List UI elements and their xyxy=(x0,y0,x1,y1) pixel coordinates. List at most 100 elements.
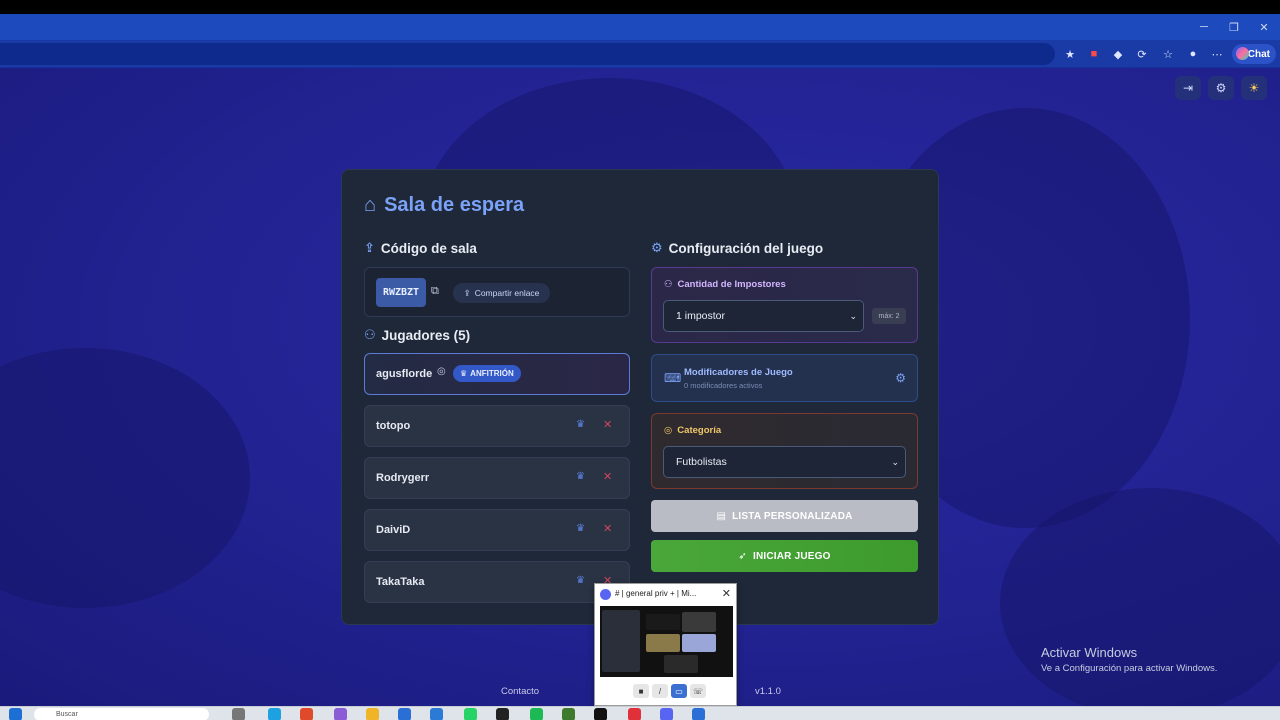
discord-icon xyxy=(600,589,611,600)
start-icon[interactable] xyxy=(9,708,22,720)
edge-icon[interactable] xyxy=(268,708,281,720)
impostors-label-text: Cantidad de Impostores xyxy=(677,279,786,290)
outlook-icon[interactable] xyxy=(430,708,443,720)
more-icon[interactable]: ⋯ xyxy=(1208,45,1226,63)
kick-player-icon[interactable]: ✕ xyxy=(603,522,612,535)
discord-call-popup[interactable]: # | general priv + | Mi... ✕ ■ / ▭ ☏ xyxy=(594,583,737,706)
theme-sun-icon[interactable]: ☀ xyxy=(1241,76,1267,100)
extension-puzzle-icon[interactable]: ⟳ xyxy=(1133,45,1151,63)
upload-icon: ⇪ xyxy=(463,287,471,298)
category-select-value: Futbolistas xyxy=(676,456,727,468)
users-icon: ⚇ xyxy=(664,279,673,290)
version-label: v1.1.0 xyxy=(755,686,781,697)
favorites-icon[interactable]: ☆ xyxy=(1159,45,1177,63)
chat-label: Chat xyxy=(1247,48,1270,60)
share-link-button[interactable]: ⇪ Compartir enlace xyxy=(453,283,550,303)
star-icon[interactable]: ★ xyxy=(1061,45,1079,63)
contact-link[interactable]: Contacto xyxy=(501,686,539,697)
host-badge: ♛ ANFITRIÓN xyxy=(453,365,521,382)
windows-activation-watermark: Activar Windows Ve a Configuración para … xyxy=(1041,645,1217,674)
player-row: TakaTaka ♛ ✕ xyxy=(364,561,630,603)
custom-list-label: LISTA PERSONALIZADA xyxy=(732,510,853,522)
close-icon[interactable]: ✕ xyxy=(1248,14,1280,40)
room-code-heading: ⇪ Código de sala xyxy=(364,240,477,256)
close-icon[interactable]: ✕ xyxy=(722,587,731,600)
minecraft-icon[interactable] xyxy=(562,708,575,720)
kick-player-icon[interactable]: ✕ xyxy=(603,470,612,483)
watermark-title: Activar Windows xyxy=(1041,645,1138,660)
app-dark-icon[interactable] xyxy=(496,708,509,720)
share-link-label: Compartir enlace xyxy=(474,288,540,298)
make-host-crown-icon[interactable]: ♛ xyxy=(576,575,585,586)
crown-icon: ♛ xyxy=(460,369,468,378)
chrome-icon[interactable] xyxy=(300,708,313,720)
spotify-icon[interactable] xyxy=(530,708,543,720)
opera-icon[interactable] xyxy=(628,708,641,720)
camera-icon[interactable]: ■ xyxy=(633,684,649,698)
browser-titlebar xyxy=(0,14,1280,40)
windows-taskbar: Buscar xyxy=(0,706,1280,720)
custom-list-button[interactable]: ▤ LISTA PERSONALIZADA xyxy=(651,500,918,532)
copilot-chat-button[interactable]: Chat xyxy=(1232,44,1276,64)
page-title-text: Sala de espera xyxy=(384,194,525,216)
home-icon: ⌂ xyxy=(364,194,377,216)
kick-player-icon[interactable]: ✕ xyxy=(603,418,612,431)
profile-icon[interactable]: ● xyxy=(1184,45,1202,63)
whatsapp-icon[interactable] xyxy=(464,708,477,720)
users-icon: ⚇ xyxy=(364,327,376,342)
user-circle-icon: ◎ xyxy=(437,366,446,377)
room-code[interactable]: RWZBZT xyxy=(376,278,426,307)
modifiers-panel[interactable]: ⌨ Modificadores de Juego 0 modificadores… xyxy=(651,354,918,402)
gear-icon: ⚙ xyxy=(651,240,663,255)
folder-icon[interactable] xyxy=(366,708,379,720)
rocket-icon: ➶ xyxy=(738,550,747,562)
address-bar[interactable] xyxy=(0,43,1055,65)
category-label: ◎ Categoría xyxy=(664,425,721,436)
modifiers-label: Modificadores de Juego xyxy=(684,367,793,378)
copilot-icon xyxy=(1236,47,1249,60)
extension-diamond-icon[interactable]: ◆ xyxy=(1109,45,1127,63)
start-game-button[interactable]: ➶ INICIAR JUEGO xyxy=(651,540,918,572)
waiting-room-card: ⌂ Sala de espera ⇪ Código de sala RWZBZT… xyxy=(341,169,939,625)
chevron-down-icon: ⌄ xyxy=(891,457,899,467)
category-label-text: Categoría xyxy=(677,425,722,436)
impostors-label: ⚇ Cantidad de Impostores xyxy=(664,279,786,290)
chevron-down-icon: ⌄ xyxy=(849,311,857,321)
player-row: DaiviD ♛ ✕ xyxy=(364,509,630,551)
document-icon: ▤ xyxy=(716,510,727,522)
settings-icon[interactable]: ⚙ xyxy=(1208,76,1234,100)
share-icon: ⇪ xyxy=(364,240,375,255)
app-blue-icon[interactable] xyxy=(692,708,705,720)
restore-icon[interactable]: ❐ xyxy=(1218,14,1250,40)
copy-icon[interactable]: ⧉ xyxy=(431,285,443,299)
discord-taskbar-icon[interactable] xyxy=(660,708,673,720)
impostors-max-tag: máx: 2 xyxy=(872,308,906,324)
make-host-crown-icon[interactable]: ♛ xyxy=(576,471,585,482)
room-code-box: RWZBZT ⧉ ⇪ Compartir enlace xyxy=(364,267,630,317)
config-heading: ⚙ Configuración del juego xyxy=(651,240,823,256)
mute-mic-icon[interactable]: / xyxy=(652,684,668,698)
task-view-icon[interactable] xyxy=(232,708,245,720)
call-controls: ■ / ▭ ☏ xyxy=(633,684,706,698)
category-panel: ◎ Categoría Futbolistas ⌄ xyxy=(651,413,918,489)
logout-icon[interactable]: ⇥ xyxy=(1175,76,1201,100)
store-icon[interactable] xyxy=(398,708,411,720)
player-row: totopo ♛ ✕ xyxy=(364,405,630,447)
app-icon[interactable] xyxy=(334,708,347,720)
screen-share-icon[interactable]: ▭ xyxy=(671,684,687,698)
obs-icon[interactable] xyxy=(594,708,607,720)
player-row-host: agusflorde ◎ ♛ ANFITRIÓN xyxy=(364,353,630,395)
room-code-heading-text: Código de sala xyxy=(380,240,477,256)
modifiers-settings-icon[interactable]: ⚙ xyxy=(895,371,906,385)
category-select[interactable]: Futbolistas ⌄ xyxy=(663,446,906,478)
player-name: TakaTaka xyxy=(376,576,425,588)
make-host-crown-icon[interactable]: ♛ xyxy=(576,523,585,534)
extension-red-icon[interactable]: ■ xyxy=(1085,45,1103,63)
taskbar-search[interactable]: Buscar xyxy=(34,708,209,720)
watermark-subtitle: Ve a Configuración para activar Windows. xyxy=(1041,663,1218,674)
minimize-icon[interactable]: ─ xyxy=(1188,14,1220,40)
leave-call-icon[interactable]: ☏ xyxy=(690,684,706,698)
make-host-crown-icon[interactable]: ♛ xyxy=(576,419,585,430)
page-title: ⌂ Sala de espera xyxy=(364,194,524,217)
impostors-select[interactable]: 1 impostor ⌄ xyxy=(663,300,864,332)
